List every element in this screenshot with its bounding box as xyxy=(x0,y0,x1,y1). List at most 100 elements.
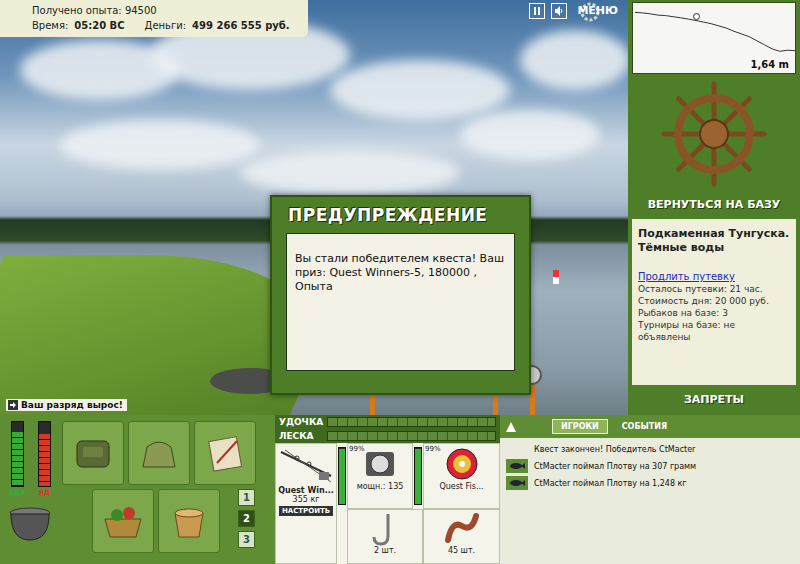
money-value: 499 266 555 руб. xyxy=(192,18,290,33)
speaker-icon xyxy=(554,6,564,16)
meters: ЕДА ЯД xyxy=(4,421,56,558)
bucket-icon xyxy=(167,501,211,541)
dialog-message: Вы стали победителем квеста! Ваш приз: Q… xyxy=(286,233,515,371)
tackle-bar-label: УДОЧКА xyxy=(279,417,323,427)
menu-button[interactable]: МЕНЮ xyxy=(573,2,622,19)
pause-button[interactable] xyxy=(529,3,545,19)
notes-tile[interactable] xyxy=(194,421,256,485)
bag-tile[interactable] xyxy=(128,421,190,485)
reel-slot[interactable]: мощн.: 13599% xyxy=(347,443,413,509)
fish-icon xyxy=(509,462,525,470)
pause-icon xyxy=(533,7,541,15)
info-line: Турниры на базе: не объявлены xyxy=(638,319,790,343)
depth-reading: 1,64 m xyxy=(750,59,789,70)
meters-row: ЕДА ЯД xyxy=(9,421,50,497)
line-name: Quest Fis... xyxy=(439,482,483,491)
location-name: Подкаменная Тунгуска. Тёмные воды xyxy=(638,227,790,255)
bans-button[interactable]: ЗАПРЕТЫ xyxy=(628,385,800,415)
return-to-base-button[interactable]: ВЕРНУТЬСЯ НА БАЗУ xyxy=(628,194,800,215)
base-panel: 1,64 m ВЕРНУТЬСЯ НА БАЗУ Подкаменная Тунгу… xyxy=(628,0,800,415)
meter-fill xyxy=(12,432,23,486)
inventory-panel: ЕДА ЯД 1 2 3 xyxy=(0,415,275,564)
basket-tile[interactable] xyxy=(92,489,154,553)
cloud xyxy=(460,110,600,160)
sound-button[interactable] xyxy=(551,3,567,19)
time-label: Время: xyxy=(32,18,68,33)
chat-panel: ИГРОКИ СОБЫТИЯ Квест закончен! Победитель … xyxy=(500,415,800,564)
chat-message: CtMacter поймал Плотву на 1,248 кг xyxy=(506,476,794,490)
info-line: Рыбаков на базе: 3 xyxy=(638,307,790,319)
rank-notice: Ваш разряд вырос! xyxy=(6,399,127,411)
inventory: 1 2 3 xyxy=(62,421,256,558)
chat-header: ИГРОКИ СОБЫТИЯ xyxy=(500,415,800,438)
gear-slots: Quest Win...355 кгНАСТРОИТЬмощн.: 13599%… xyxy=(275,443,500,564)
warning-dialog: ПРЕДУПРЕЖДЕНИЕВы стали победителем квест… xyxy=(270,195,531,395)
meter-fill xyxy=(39,434,50,486)
rod-condition-track xyxy=(338,447,346,505)
hook-slot[interactable]: 2 шт. xyxy=(347,509,423,564)
chat-tab[interactable]: ИГРОКИ xyxy=(552,419,608,434)
backpack-tile[interactable] xyxy=(62,421,124,485)
time-value: 05:20 ВС xyxy=(74,18,124,33)
reel-condition: 99% xyxy=(425,445,441,453)
money-label: Деньги: xyxy=(145,18,187,33)
chat-message-text: CtMacter поймал Плотву на 307 грамм xyxy=(534,462,696,471)
line-slot[interactable]: Quest Fis... 99% xyxy=(423,443,500,509)
chat-message: Квест закончен! Победитель CtMacter xyxy=(506,442,794,456)
chat-message: CtMacter поймал Плотву на 307 грамм xyxy=(506,459,794,473)
reel-condition-track xyxy=(414,447,422,505)
bait-slot[interactable]: 45 шт. xyxy=(423,509,500,564)
slot-buttons: 1 2 3 xyxy=(238,489,255,553)
slot-button[interactable]: 1 xyxy=(238,489,255,506)
tackle-bar: ЛЕСКА xyxy=(275,429,500,443)
basket-icon xyxy=(101,501,145,541)
float-marker xyxy=(693,13,700,20)
tackle-panel: УДОЧКАЛЕСКАQuest Win...355 кгНАСТРОИТЬмо… xyxy=(275,415,500,564)
chat-messages: Квест закончен! Победитель CtMacter CtMac… xyxy=(500,438,800,494)
float-icon xyxy=(553,270,559,284)
rod-icon xyxy=(279,446,333,486)
chat-message-text: Квест закончен! Победитель CtMacter xyxy=(534,445,695,454)
stats-row: Время: 05:20 ВС Деньги: 499 266 555 руб. xyxy=(32,18,302,33)
cloud xyxy=(330,60,510,120)
extend-permit-link[interactable]: Продлить путевку xyxy=(638,271,735,282)
hook-count: 2 шт. xyxy=(374,546,396,555)
fish-badge xyxy=(506,476,528,490)
rod-condition-fill xyxy=(339,449,345,504)
bait-count: 45 шт. xyxy=(448,546,475,555)
meter-track xyxy=(11,421,24,487)
fish-badge xyxy=(506,459,528,473)
fish-icon xyxy=(509,479,525,487)
wheel-area xyxy=(628,74,800,194)
inventory-row xyxy=(62,421,256,485)
chat-message-text: CtMacter поймал Плотву на 1,248 кг xyxy=(534,479,687,488)
reel-condition-fill xyxy=(415,449,421,504)
cauldron-icon xyxy=(7,503,53,543)
notice-text: Ваш разряд вырос! xyxy=(21,400,123,410)
setup-button[interactable]: НАСТРОИТЬ xyxy=(279,506,333,516)
meter: ЕДА xyxy=(9,421,25,497)
backpack-icon xyxy=(71,433,115,473)
info-line: Стоимость дня: 20 000 руб. xyxy=(638,295,790,307)
slot-button[interactable]: 3 xyxy=(238,531,255,548)
bucket-tile[interactable] xyxy=(158,489,220,553)
tackle-bar-track xyxy=(327,431,496,441)
worm-icon xyxy=(442,512,482,546)
reel-power: мощн.: 135 xyxy=(357,482,404,491)
arrow-icon xyxy=(8,400,18,410)
hook-icon xyxy=(370,512,400,546)
chat-tab[interactable]: СОБЫТИЯ xyxy=(614,420,675,433)
tackle-bar-track xyxy=(327,417,496,427)
cloud xyxy=(240,150,460,195)
rod-weight: 355 кг xyxy=(293,495,320,504)
bag-icon xyxy=(137,433,181,473)
meter-label: ЯД xyxy=(38,489,50,497)
rod-slot[interactable]: Quest Win...355 кгНАСТРОИТЬ xyxy=(275,443,337,564)
slot-button[interactable]: 2 xyxy=(238,510,255,527)
ship-wheel-icon xyxy=(659,79,769,189)
base-info: Подкаменная Тунгуска. Тёмные воды Продлит… xyxy=(632,219,796,385)
tackle-bar: УДОЧКА xyxy=(275,415,500,429)
meter-track xyxy=(38,421,51,487)
tackle-bar-label: ЛЕСКА xyxy=(279,431,323,441)
collapse-icon xyxy=(506,422,516,432)
